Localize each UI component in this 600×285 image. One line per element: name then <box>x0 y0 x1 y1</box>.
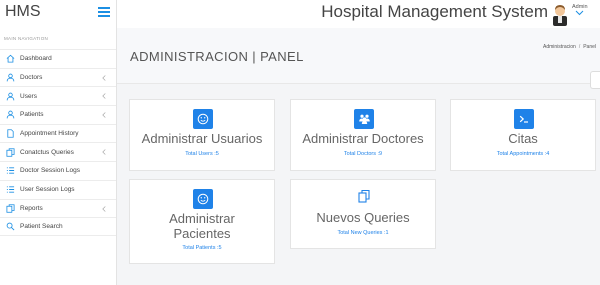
breadcrumb-separator: / <box>578 44 581 50</box>
copy-icon <box>357 189 371 203</box>
chevron-left-icon <box>102 205 106 212</box>
sidebar-item-doctors[interactable]: Doctors <box>0 67 116 87</box>
settings-tab[interactable] <box>590 71 600 89</box>
list-icon <box>6 167 14 175</box>
users-icon <box>354 109 374 129</box>
avatar[interactable] <box>550 2 570 26</box>
sidebar-item-dashboard[interactable]: Dashboard <box>0 49 116 68</box>
sidebar-nav: Dashboard Doctors Users Patients Appoint… <box>0 49 116 236</box>
sidebar-item-users[interactable]: Users <box>0 86 116 105</box>
card-appointments[interactable]: Citas Total Appointments :4 <box>450 99 596 171</box>
card-title: Nuevos Queries <box>316 210 410 225</box>
smile-icon <box>193 109 213 129</box>
chevron-left-icon <box>102 149 106 156</box>
copy-icon <box>5 204 15 213</box>
sidebar-item-label: User Session Logs <box>20 186 75 194</box>
card-manage-users[interactable]: Administrar Usuarios Total Users :5 <box>129 99 275 171</box>
sidebar-item-reports[interactable]: Reports <box>0 198 116 218</box>
total-users-link[interactable]: Total Users :5 <box>130 151 274 157</box>
sidebar-item-patient-search[interactable]: Patient Search <box>0 217 116 236</box>
total-patients-link[interactable]: Total Patients :5 <box>130 245 274 251</box>
card-title: Administrar Usuarios <box>141 131 263 146</box>
chevron-left-icon <box>102 74 106 81</box>
brand-area: HMS <box>0 0 117 28</box>
page-header: ADMINISTRACION | PANEL Administracion / Pa… <box>117 28 600 84</box>
card-title: Citas <box>508 131 538 146</box>
chevron-left-icon <box>102 93 106 100</box>
sidebar-item-label: Patient Search <box>20 223 63 231</box>
copy-icon <box>5 148 15 157</box>
sidebar-item-label: Doctor Session Logs <box>20 167 80 175</box>
sidebar: MAIN NAVIGATION Dashboard Doctors Users … <box>0 28 117 285</box>
smile-icon <box>193 189 213 209</box>
page-title: ADMINISTRACION | PANEL <box>130 49 304 64</box>
breadcrumb-item[interactable]: Administracion <box>543 44 576 50</box>
sidebar-item-label: Appointment History <box>20 130 79 138</box>
sidebar-item-appointment-history[interactable]: Appointment History <box>0 123 116 143</box>
user-icon <box>6 92 14 101</box>
sidebar-item-contactus-queries[interactable]: Conatctus Queries <box>0 142 116 161</box>
total-doctors-link[interactable]: Total Doctors :9 <box>291 151 435 157</box>
card-title: Administrar Doctores <box>302 131 424 146</box>
brand-title[interactable]: HMS <box>5 3 41 21</box>
breadcrumb: Administracion / Panel <box>543 44 596 50</box>
sidebar-item-label: Conatctus Queries <box>20 148 74 156</box>
card-new-queries[interactable]: Nuevos Queries Total New Queries :1 <box>290 179 436 249</box>
sidebar-item-doctor-session-logs[interactable]: Doctor Session Logs <box>0 161 116 180</box>
sidebar-item-patients[interactable]: Patients <box>0 105 116 124</box>
card-title-line-1: Administrar <box>169 211 235 226</box>
search-icon <box>6 222 14 231</box>
home-icon <box>6 55 14 63</box>
chevron-left-icon <box>102 112 106 118</box>
sidebar-item-label: Users <box>20 92 37 100</box>
user-icon <box>6 73 14 82</box>
card-title-line-2: Pacientes <box>173 226 231 241</box>
chevron-down-icon[interactable] <box>575 10 584 16</box>
user-icon <box>6 111 14 119</box>
sidebar-item-label: Patients <box>20 111 44 119</box>
terminal-icon <box>514 109 534 129</box>
menu-toggle-icon[interactable] <box>98 7 110 19</box>
total-new-queries-link[interactable]: Total New Queries :1 <box>291 230 435 236</box>
sidebar-item-label: Doctors <box>20 74 43 82</box>
top-bar: HMS Hospital Management System Admin <box>0 0 600 28</box>
file-icon <box>6 129 14 138</box>
card-manage-patients[interactable]: Administrar Pacientes Total Patients :5 <box>129 179 275 264</box>
sidebar-heading: MAIN NAVIGATION <box>4 36 49 41</box>
total-appointments-link[interactable]: Total Appointments :4 <box>451 151 595 157</box>
sidebar-item-user-session-logs[interactable]: User Session Logs <box>0 179 116 199</box>
sidebar-item-label: Reports <box>20 204 43 212</box>
sidebar-item-label: Dashboard <box>20 55 52 63</box>
list-icon <box>6 186 14 193</box>
card-manage-doctors[interactable]: Administrar Doctores Total Doctors :9 <box>290 99 436 171</box>
system-title: Hospital Management System <box>321 2 548 21</box>
breadcrumb-current: Panel <box>583 44 596 50</box>
